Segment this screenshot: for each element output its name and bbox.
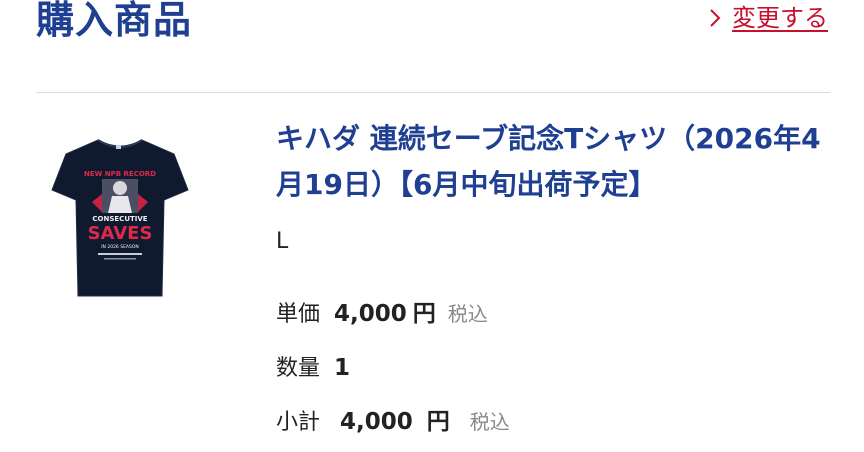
tshirt-image: NEW NPB RECORD CONSECUTIVE SAVES IN 2026…	[51, 139, 189, 297]
unit-price-value: 4,000	[334, 301, 407, 327]
unit-price-tax-note: 税込	[447, 302, 488, 326]
subtotal-label: 小計	[276, 410, 321, 435]
product-variant: L	[276, 229, 289, 254]
product-image: NEW NPB RECORD CONSECUTIVE SAVES IN 2026…	[50, 132, 190, 304]
quantity-row: 数量 1	[276, 350, 350, 387]
purchase-items-header: 購入商品 変更する	[0, 0, 864, 92]
unit-price-row: 単価 4,000 円 税込	[276, 296, 488, 333]
change-link-label[interactable]: 変更する	[732, 2, 828, 34]
section-title: 購入商品	[36, 0, 193, 42]
image-text-top: NEW NPB RECORD	[84, 170, 156, 178]
subtotal-tax-note: 税込	[469, 410, 510, 434]
subtotal-currency: 円	[426, 409, 450, 435]
unit-price-label: 単価	[276, 302, 321, 327]
product-name[interactable]: キハダ 連続セーブ記念Tシャツ（2026年4月19日）【6月中旬出荷予定】	[276, 116, 836, 208]
quantity-value: 1	[334, 355, 351, 381]
change-link[interactable]: 変更する	[708, 2, 828, 34]
unit-price-currency: 円	[412, 301, 436, 327]
subtotal-row: 小計 4,000 円 税込	[276, 404, 510, 441]
chevron-right-icon	[710, 9, 721, 27]
image-text-big: SAVES	[88, 223, 153, 244]
quantity-label: 数量	[276, 356, 321, 381]
image-text-mid: CONSECUTIVE	[92, 215, 147, 223]
subtotal-value: 4,000	[340, 409, 413, 435]
divider	[36, 92, 830, 93]
image-text-sub: IN 2026 SEASON	[101, 244, 139, 250]
